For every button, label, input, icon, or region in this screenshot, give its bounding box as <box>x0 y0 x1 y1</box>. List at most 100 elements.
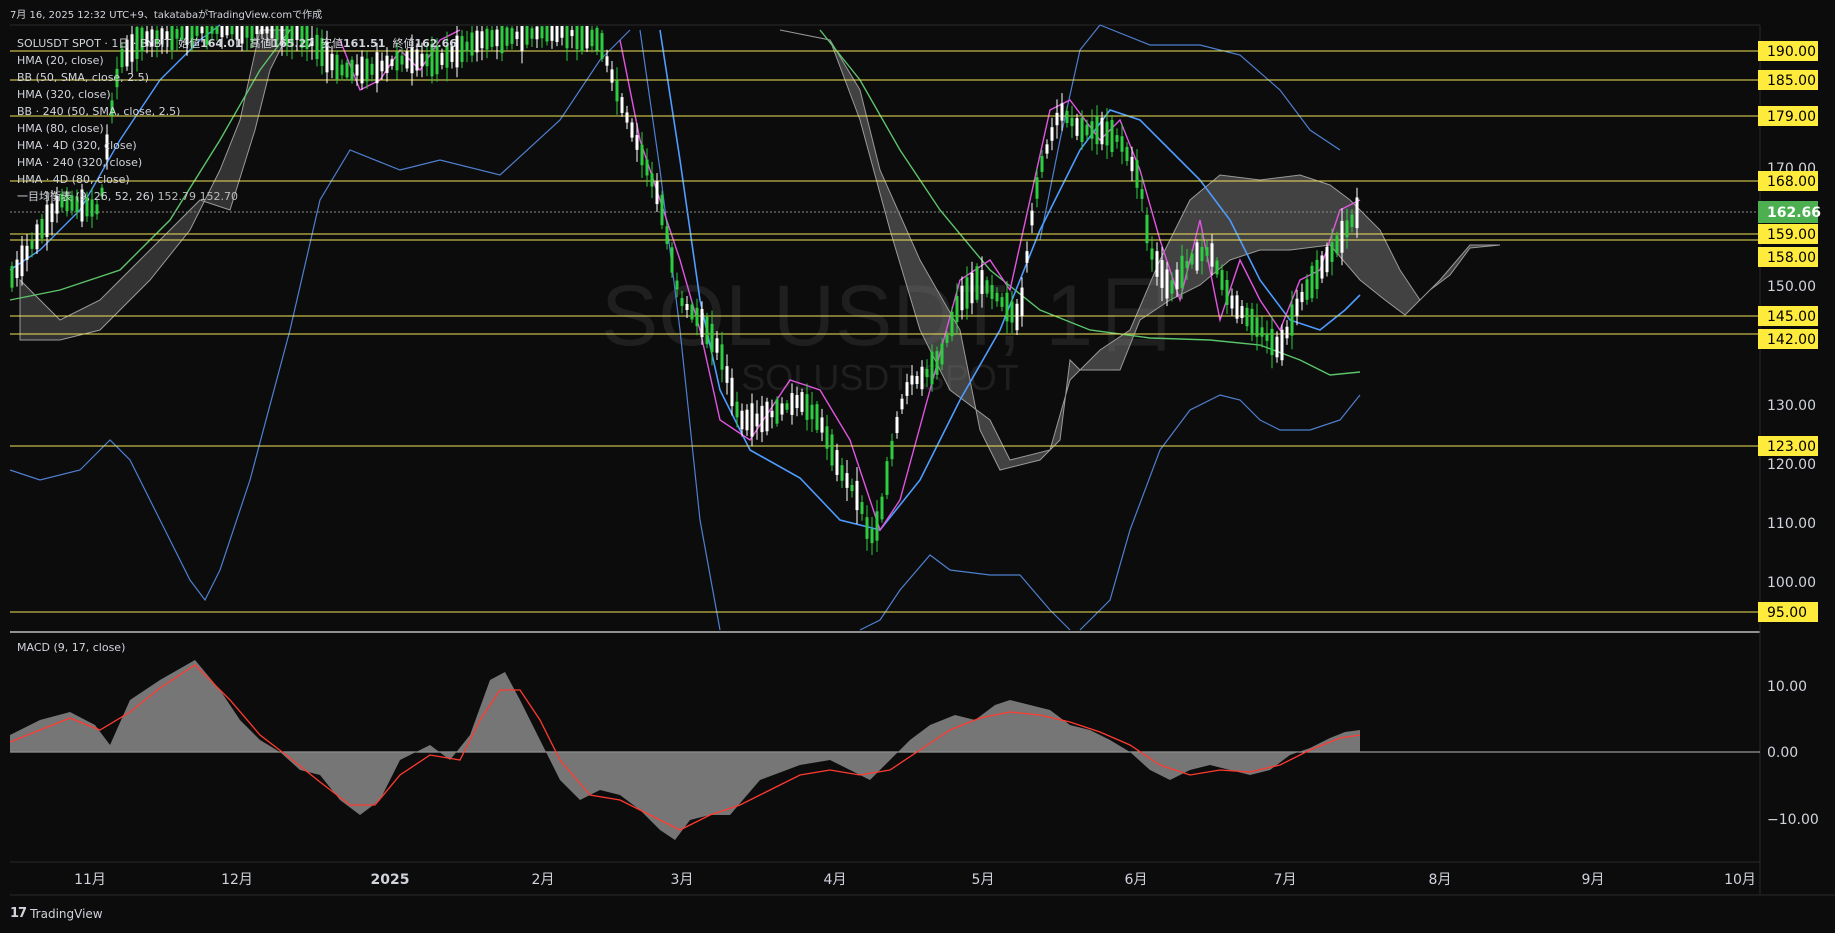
macd-tick: −10.00 <box>1767 812 1819 828</box>
candle-body <box>815 404 819 430</box>
candle-body <box>1115 135 1119 142</box>
macd-legend[interactable]: MACD (9, 17, close) <box>17 641 125 654</box>
symbol-row[interactable]: SOLUSDT SPOT · 1日 · BYBIT 始値164.01 高値165… <box>17 35 457 52</box>
candle-body <box>1355 197 1359 229</box>
candle-body <box>750 403 754 437</box>
indicator-row[interactable]: HMA (80, close) <box>17 120 457 137</box>
candle-body <box>30 240 34 249</box>
indicator-row[interactable]: HMA · 4D (80, close) <box>17 171 457 188</box>
candle-body <box>1295 298 1299 317</box>
candle-body <box>915 376 919 384</box>
candle-body <box>660 194 664 226</box>
candle-body <box>1245 307 1249 327</box>
candle-body <box>1255 317 1259 337</box>
candle-body <box>595 27 599 51</box>
candle-body <box>735 401 739 418</box>
candle-body <box>805 394 809 420</box>
candle-body <box>1155 251 1159 277</box>
time-tick: 6月 <box>1125 872 1148 888</box>
indicator-row[interactable]: HMA · 240 (320, close) <box>17 154 457 171</box>
indicator-row[interactable]: BB · 240 (50, SMA, close, 2.5) <box>17 103 457 120</box>
high-label: 高値 <box>249 37 272 50</box>
candle-body <box>920 366 924 390</box>
candle-body <box>1025 251 1029 263</box>
indicator-row[interactable]: HMA (320, close) <box>17 86 457 103</box>
candle-body <box>515 31 519 40</box>
time-tick: 9月 <box>1582 872 1605 888</box>
candle-body <box>820 417 824 433</box>
time-tick: 11月 <box>74 872 106 888</box>
candle-body <box>255 26 259 35</box>
candle-body <box>260 26 264 34</box>
candle-body <box>210 26 214 34</box>
candle-body <box>25 245 29 260</box>
level-label: 190.00 <box>1767 44 1816 60</box>
candle-body <box>485 28 489 50</box>
price-tick: 150.00 <box>1767 279 1816 295</box>
indicator-row[interactable]: BB (50, SMA, close, 2.5) <box>17 69 457 86</box>
candle-body <box>1070 117 1074 127</box>
candle-body <box>1205 247 1209 256</box>
candle-body <box>1110 119 1114 153</box>
candle-body <box>1180 255 1184 289</box>
candle-body <box>985 280 989 294</box>
candle-body <box>1060 103 1064 121</box>
candle-body <box>605 56 609 66</box>
candle-body <box>1275 336 1279 358</box>
candle-body <box>1095 115 1099 145</box>
macd-tick: 0.00 <box>1767 745 1798 761</box>
candle-body <box>460 36 464 62</box>
candle-body <box>1040 156 1044 172</box>
indicator-row[interactable]: HMA (20, close) <box>17 52 457 69</box>
candle-body <box>1265 333 1269 341</box>
candle-body <box>550 26 554 41</box>
level-label: 185.00 <box>1767 73 1816 89</box>
candle-body <box>1240 306 1244 318</box>
candle-body <box>475 30 479 53</box>
candle-body <box>1270 328 1274 356</box>
ichimoku-row[interactable]: 一目均衡表 (9, 26, 52, 26) 152.79 152.70 <box>17 188 457 205</box>
time-tick: 12月 <box>221 872 253 888</box>
candle-body <box>230 26 234 35</box>
indicator-legend: SOLUSDT SPOT · 1日 · BYBIT 始値164.01 高値165… <box>17 35 457 205</box>
candle-body <box>35 224 39 250</box>
candle-body <box>200 26 204 34</box>
candle-body <box>975 266 979 300</box>
time-tick: 2月 <box>532 872 555 888</box>
candle-body <box>620 97 624 113</box>
indicator-row[interactable]: HMA · 4D (320, close) <box>17 137 457 154</box>
candle-body <box>540 26 544 39</box>
candle-body <box>1290 304 1294 336</box>
candle-body <box>490 30 494 47</box>
time-tick: 10月 <box>1724 872 1756 888</box>
time-tick: 3月 <box>671 872 694 888</box>
level-label: 95.00 <box>1767 605 1807 621</box>
candle-body <box>1225 280 1229 305</box>
candle-body <box>20 245 24 277</box>
candle-body <box>800 392 804 412</box>
candle-body <box>1170 280 1174 294</box>
candle-body <box>1330 242 1334 262</box>
candle-body <box>15 259 19 279</box>
candle-body <box>970 272 974 304</box>
candle-body <box>1010 301 1014 323</box>
candle-body <box>610 69 614 83</box>
candle-body <box>535 26 539 40</box>
candle-body <box>1035 177 1039 199</box>
open-label: 始値 <box>178 37 201 50</box>
footer-brand[interactable]: 𝟭𝟳 TradingView <box>10 906 103 921</box>
candle-body <box>870 528 874 544</box>
candle-body <box>645 159 649 176</box>
candle-body <box>555 26 559 43</box>
candle-body <box>495 29 499 47</box>
candle-body <box>850 484 854 492</box>
candle-body <box>950 311 954 337</box>
candle-body <box>1145 214 1149 244</box>
candle-body <box>1045 144 1049 154</box>
candle-body <box>45 204 49 237</box>
macd-tick: 10.00 <box>1767 679 1807 695</box>
chart-header-caption: 7月 16, 2025 12:32 UTC+9、takatabaがTrading… <box>10 10 323 21</box>
candle-body <box>265 26 269 34</box>
candle-body <box>640 144 644 166</box>
candle-body <box>525 26 529 45</box>
